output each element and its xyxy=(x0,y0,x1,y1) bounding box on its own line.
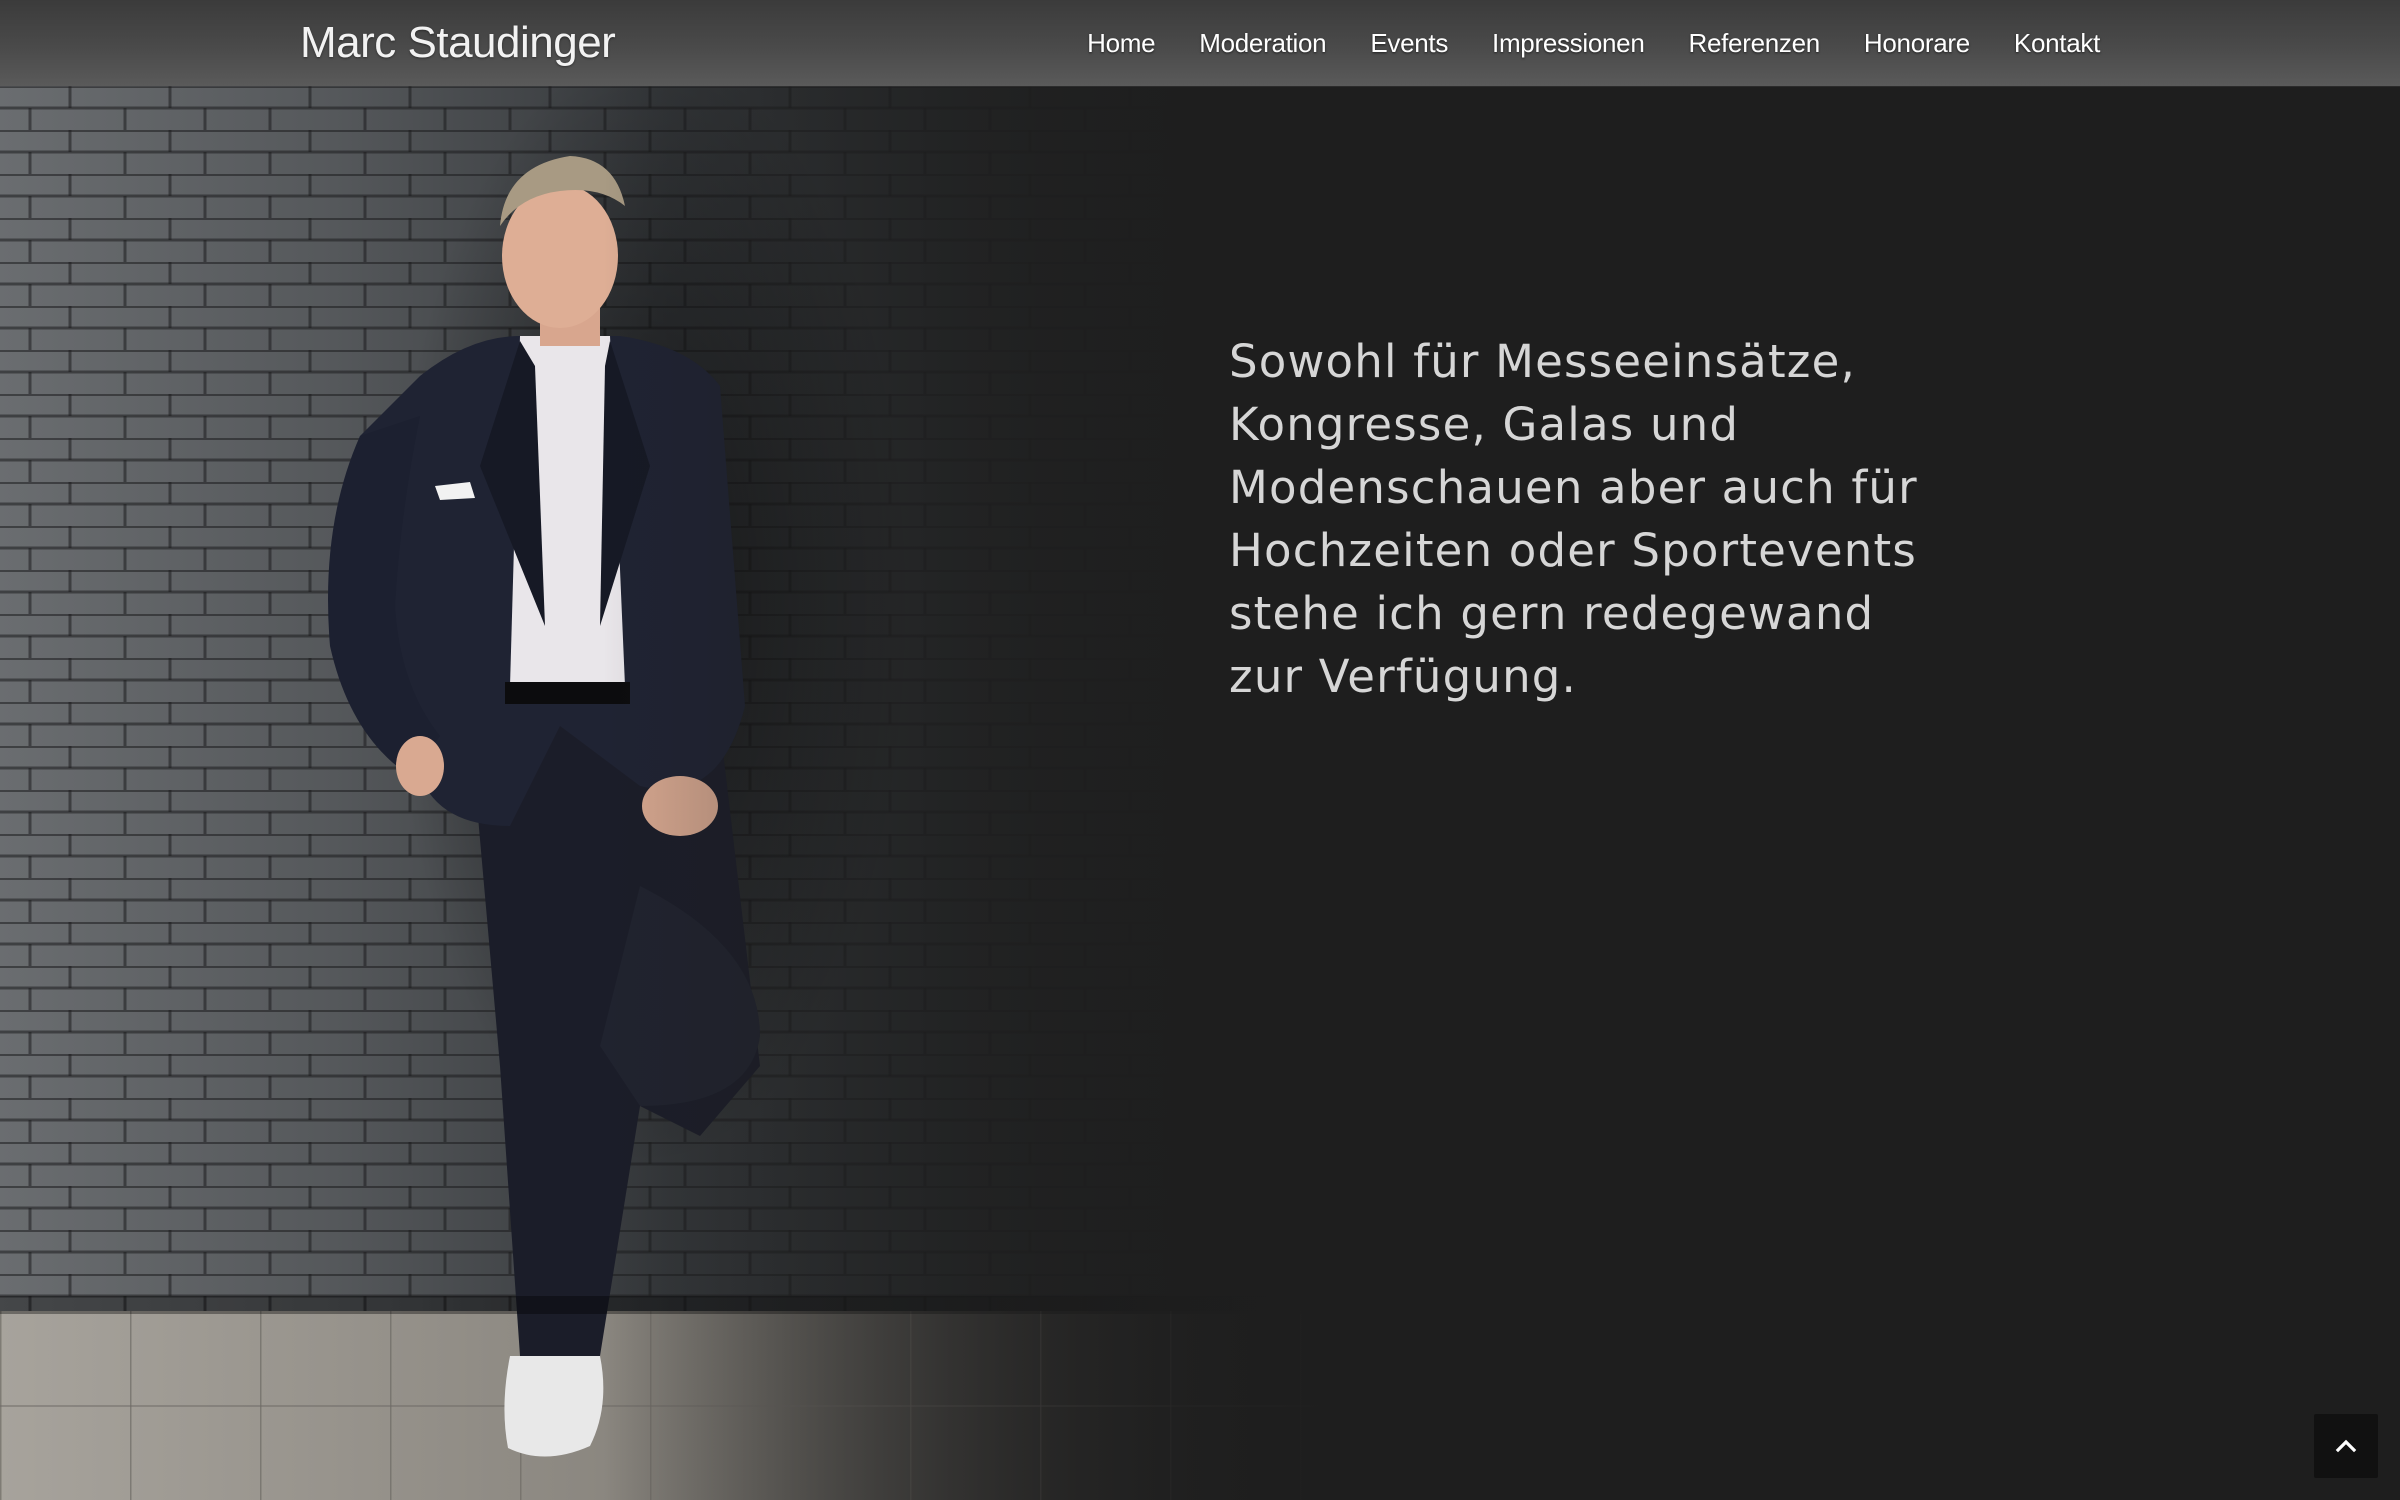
nav-item-kontakt[interactable]: Kontakt xyxy=(1992,0,2100,86)
page: Marc Staudinger Home Moderation Events I… xyxy=(0,0,2400,1500)
scroll-to-top-button[interactable] xyxy=(2314,1414,2378,1478)
nav-item-impressionen[interactable]: Impressionen xyxy=(1470,0,1666,86)
hero-photo-graphic xyxy=(0,86,1340,1500)
site-header: Marc Staudinger Home Moderation Events I… xyxy=(0,0,2400,86)
nav-item-moderation[interactable]: Moderation xyxy=(1177,0,1348,86)
nav-item-honorare[interactable]: Honorare xyxy=(1842,0,1992,86)
nav-item-events[interactable]: Events xyxy=(1348,0,1470,86)
chevron-up-icon xyxy=(2335,1439,2357,1453)
intro-text: Sowohl für Messeeinsätze, Kongresse, Gal… xyxy=(1229,335,1918,703)
nav-item-home[interactable]: Home xyxy=(1065,0,1177,86)
site-brand-link[interactable]: Marc Staudinger xyxy=(300,14,616,72)
main-nav: Home Moderation Events Impressionen Refe… xyxy=(1065,0,2100,86)
nav-item-referenzen[interactable]: Referenzen xyxy=(1667,0,1842,86)
hero-photo xyxy=(0,86,1340,1500)
